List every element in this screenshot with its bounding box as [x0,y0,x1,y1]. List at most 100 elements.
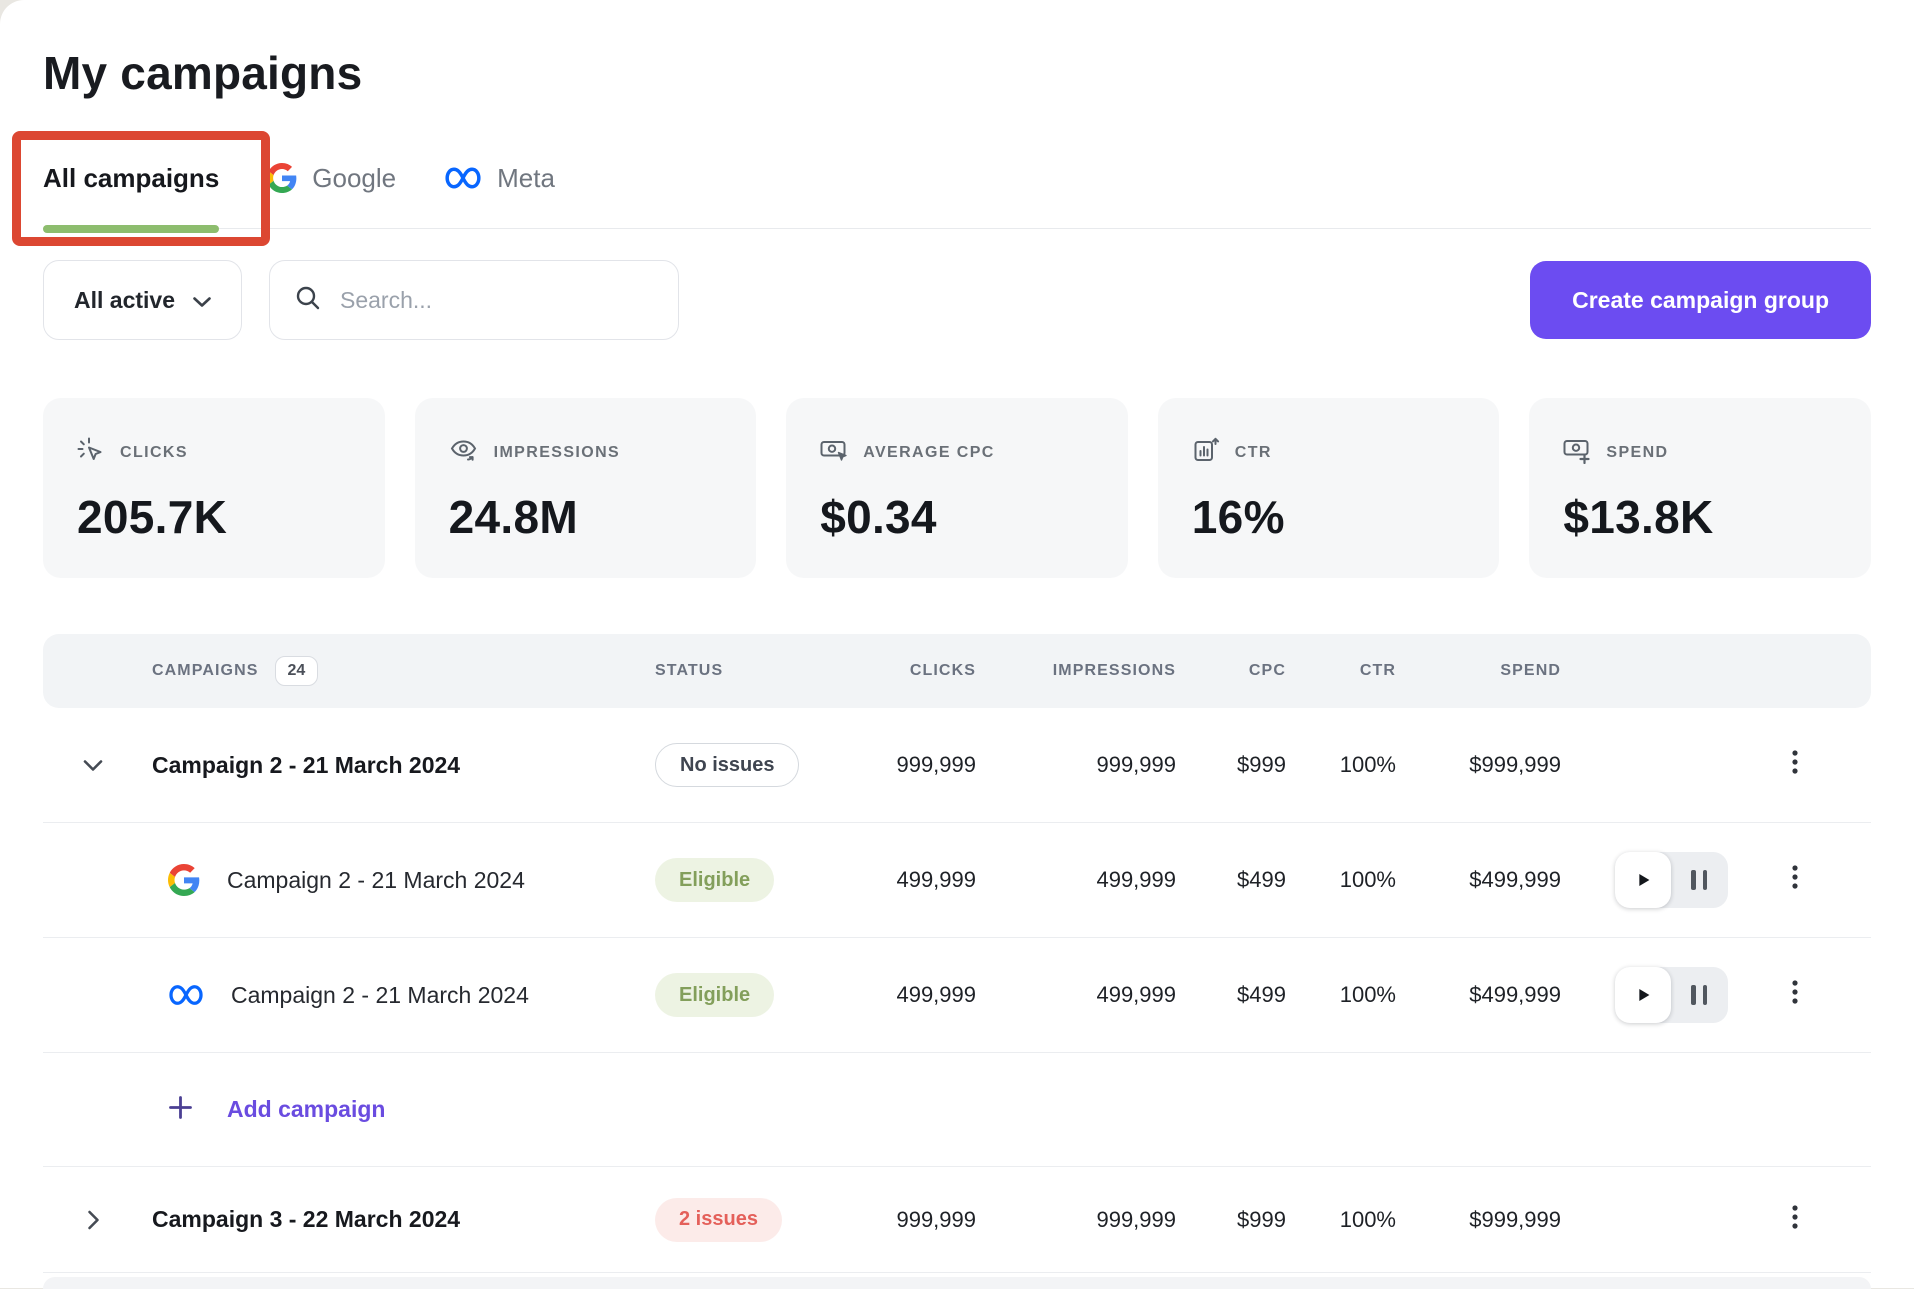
status-badge: 2 issues [655,1198,782,1242]
clicks-value: 499,999 [826,867,976,893]
ctr-icon [1192,436,1220,469]
spend-value: $999,999 [1396,752,1561,778]
spend-icon [1563,436,1591,469]
cpc-value: $499 [1176,982,1286,1008]
add-campaign-label[interactable]: Add campaign [227,1096,385,1123]
kebab-menu-icon[interactable] [1781,1198,1809,1242]
kebab-menu-icon[interactable] [1781,743,1809,787]
expand-chevron-icon[interactable] [43,1210,119,1230]
spend-value: $999,999 [1396,1207,1561,1233]
chevron-down-icon [193,287,211,314]
status-badge: No issues [655,743,799,787]
clicks-icon [77,436,105,469]
column-impressions: IMPRESSIONS [976,662,1176,680]
impressions-value: 999,999 [976,1207,1176,1233]
filter-toolbar: All active Create campaign group [43,260,1871,340]
status-filter-dropdown[interactable]: All active [43,260,242,340]
next-section-peek [43,1277,1871,1289]
ctr-value: 100% [1286,982,1396,1008]
column-cpc: CPC [1176,662,1286,680]
create-campaign-group-button[interactable]: Create campaign group [1530,261,1871,339]
campaign-count-badge: 24 [275,656,319,686]
play-button[interactable] [1615,967,1671,1023]
table-header: CAMPAIGNS 24 STATUS CLICKS IMPRESSIONS C… [43,634,1871,708]
meta-icon [168,983,204,1007]
cpc-value: $999 [1176,1207,1286,1233]
campaign-group-name[interactable]: Campaign 3 - 22 March 2024 [119,1206,460,1233]
cpc-value: $499 [1176,867,1286,893]
column-clicks: CLICKS [826,662,976,680]
column-status: STATUS [580,662,826,680]
column-spend: SPEND [1396,662,1561,680]
clicks-value: 499,999 [826,982,976,1008]
column-ctr: CTR [1286,662,1396,680]
spend-value: $499,999 [1396,867,1561,893]
plus-icon [168,1095,193,1125]
campaigns-table: CAMPAIGNS 24 STATUS CLICKS IMPRESSIONS C… [43,634,1871,1289]
kebab-menu-icon[interactable] [1781,973,1809,1017]
column-campaigns: CAMPAIGNS [152,662,259,680]
table-row: Campaign 3 - 22 March 2024 2 issues 999,… [43,1167,1871,1273]
ctr-value: 100% [1286,1207,1396,1233]
page-title: My campaigns [43,44,1871,102]
impressions-value: 999,999 [976,752,1176,778]
impressions-icon [449,436,479,469]
google-icon [267,163,297,193]
stat-value: 16% [1192,490,1466,544]
ctr-value: 100% [1286,867,1396,893]
tab-meta[interactable]: Meta [444,140,555,228]
stat-label: AVERAGE CPC [863,444,995,462]
clicks-value: 999,999 [826,1207,976,1233]
stat-value: $0.34 [820,490,1094,544]
campaigns-page: My campaigns All campaigns Google [0,0,1914,1288]
play-pause-toggle [1615,852,1728,908]
status-filter-value: All active [74,287,175,314]
meta-icon [444,165,482,191]
tab-google-label: Google [312,162,396,194]
search-box[interactable] [269,260,679,340]
impressions-value: 499,999 [976,867,1176,893]
tab-google[interactable]: Google [267,140,396,228]
stat-card-clicks: CLICKS 205.7K [43,398,385,578]
cpc-value: $999 [1176,752,1286,778]
stat-card-ctr: CTR 16% [1158,398,1500,578]
collapse-chevron-icon[interactable] [43,759,119,772]
stat-card-spend: SPEND $13.8K [1529,398,1871,578]
search-input[interactable] [338,286,654,315]
table-row: Campaign 2 - 21 March 2024 Eligible 499,… [43,823,1871,938]
campaign-group-name[interactable]: Campaign 2 - 21 March 2024 [119,752,460,779]
google-icon [168,864,200,896]
clicks-value: 999,999 [826,752,976,778]
stat-label: CLICKS [120,444,188,462]
platform-tabs: All campaigns Google [43,140,1871,229]
campaign-name[interactable]: Campaign 2 - 21 March 2024 [231,982,529,1009]
play-button[interactable] [1615,852,1671,908]
stat-label: IMPRESSIONS [494,444,621,462]
campaign-name[interactable]: Campaign 2 - 21 March 2024 [227,867,525,894]
stat-value: 24.8M [449,490,723,544]
play-pause-toggle [1615,967,1728,1023]
kebab-menu-icon[interactable] [1781,858,1809,902]
impressions-value: 499,999 [976,982,1176,1008]
status-badge: Eligible [655,858,774,902]
tab-meta-label: Meta [497,162,555,194]
table-row: Campaign 2 - 21 March 2024 No issues 999… [43,708,1871,823]
ctr-value: 100% [1286,752,1396,778]
search-icon [294,284,322,317]
stat-value: 205.7K [77,490,351,544]
add-campaign-row[interactable]: Add campaign [43,1053,1871,1167]
stat-label: CTR [1235,444,1272,462]
stat-card-impressions: IMPRESSIONS 24.8M [415,398,757,578]
table-row: Campaign 2 - 21 March 2024 Eligible 499,… [43,938,1871,1053]
stat-label: SPEND [1606,444,1668,462]
pause-button[interactable] [1671,985,1728,1005]
tab-all-campaigns-label: All campaigns [43,162,219,194]
average-cpc-icon [820,436,848,469]
stat-card-average-cpc: AVERAGE CPC $0.34 [786,398,1128,578]
tab-all-campaigns[interactable]: All campaigns [43,140,219,228]
stat-value: $13.8K [1563,490,1837,544]
spend-value: $499,999 [1396,982,1561,1008]
stats-summary: CLICKS 205.7K IMPRESSIONS 24.8M [43,398,1871,578]
pause-button[interactable] [1671,870,1728,890]
status-badge: Eligible [655,973,774,1017]
